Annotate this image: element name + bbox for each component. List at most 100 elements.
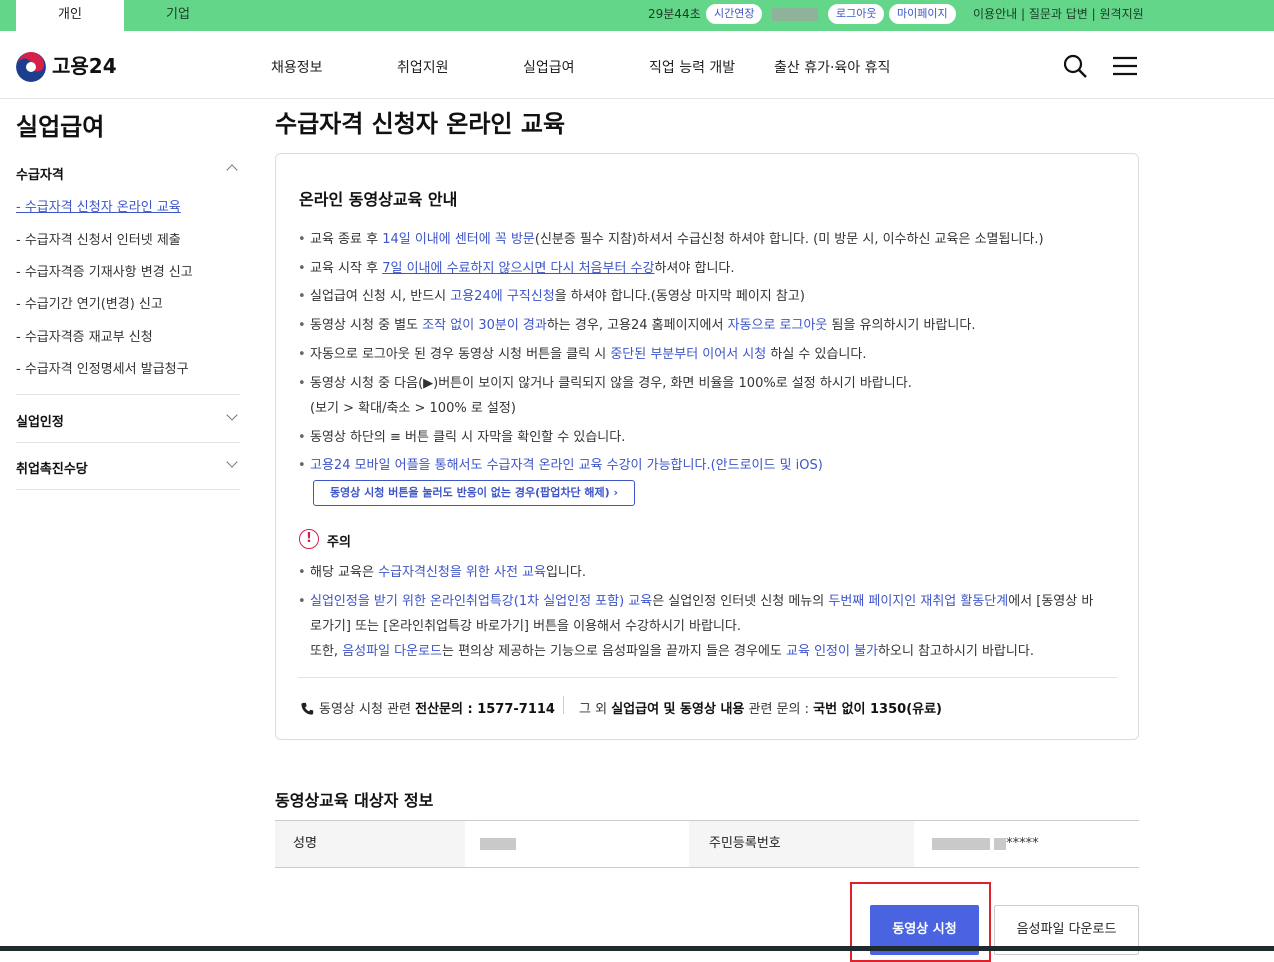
- text-segment: 하실 수 있습니다.: [766, 347, 867, 362]
- utility-links[interactable]: 이용안내 | 질문과 답변 | 원격지원: [973, 0, 1144, 31]
- session-timer: 29분44초: [648, 7, 701, 21]
- text-segment: 관련 문의 :: [744, 702, 814, 717]
- bullet: •: [298, 318, 306, 333]
- site-logo-text[interactable]: 고용24: [52, 52, 117, 80]
- notice-line: • 교육 시작 후 7일 이내에 수료하지 않으시면 다시 처음부터 수강하셔야 …: [298, 260, 735, 278]
- sidebar-section-promotion-allowance[interactable]: 취업촉진수당: [16, 456, 240, 477]
- taegeuk-logo-icon[interactable]: [16, 52, 46, 82]
- text-segment: 하셔야 합니다.: [654, 261, 735, 276]
- text-segment: 자동으로 로그아웃 된 경우 동영상 시청 버튼을 클릭 시: [310, 347, 611, 362]
- popup-block-help-button[interactable]: 동영상 시청 버튼을 눌러도 반응이 없는 경우(팝업차단 해제) ›: [313, 480, 635, 506]
- divider: [16, 394, 240, 395]
- text-segment: 동영상 시청 관련: [319, 702, 416, 717]
- text-segment: 그 외: [579, 702, 612, 717]
- caution-line: • 실업인정을 받기 위한 온라인취업특강(1차 실업인정 포함) 교육은 실업인…: [298, 593, 1093, 611]
- masked-name: [480, 837, 516, 850]
- text-segment: 고용24 모바일 어플을 통해서도 수급자격 온라인 교육 수강이 가능합니다.…: [310, 458, 823, 473]
- bullet: •: [298, 289, 306, 304]
- bullet: •: [298, 458, 306, 473]
- rrn-suffix: *****: [1006, 836, 1039, 851]
- caution-line: 로가기] 또는 [온라인취업특강 바로가기] 버튼을 이용해서 수강하시기 바랍…: [310, 618, 741, 636]
- phone-icon: [301, 702, 314, 715]
- nav-item-employment-support[interactable]: 취업지원: [397, 57, 449, 77]
- text-segment: 국번 없이 1350(유료): [813, 702, 943, 717]
- text-segment: 입니다.: [545, 565, 586, 580]
- site-header: 고용24 채용정보 취업지원 실업급여 직업 능력 개발 출산 휴가·육아 휴직: [0, 31, 1274, 99]
- text-segment: 실업급여 및 동영상 내용: [611, 702, 745, 717]
- chevron-down-icon: [226, 456, 238, 468]
- bullet: •: [298, 430, 306, 445]
- sidebar-item-reissue[interactable]: - 수급자격증 재교부 신청: [16, 326, 153, 345]
- notice-line: • 고용24 모바일 어플을 통해서도 수급자격 온라인 교육 수강이 가능합니다…: [298, 457, 823, 475]
- bullet: •: [298, 565, 306, 580]
- page-title: 수급자격 신청자 온라인 교육: [275, 110, 566, 138]
- notice-line: • 동영상 시청 중 별도 조작 없이 30분이 경과하는 경우, 고용24 홈페…: [298, 317, 975, 335]
- text-segment: 하오니 참고하시기 바랍니다.: [878, 644, 1034, 659]
- sidebar-section-qualification[interactable]: 수급자격: [16, 164, 240, 183]
- text-segment: 해당 교육은: [310, 565, 379, 580]
- sidebar-section-unemployment-recognition[interactable]: 실업인정: [16, 409, 240, 430]
- bottom-strip: [0, 946, 1274, 951]
- notice-line: • 실업급여 신청 시, 반드시 고용24에 구직신청을 하셔야 합니다.(동영상…: [298, 288, 805, 306]
- text-segment: 동영상 시청 중 다음(▶)버튼이 보이지 않거나 클릭되지 않을 경우, 화면…: [310, 376, 912, 391]
- search-icon[interactable]: [1062, 53, 1088, 79]
- rrn-label: 주민등록번호: [689, 821, 914, 867]
- logout-button[interactable]: 로그아웃: [828, 4, 885, 24]
- extend-session-button[interactable]: 시간연장: [706, 4, 763, 24]
- top-utility-bar: 개인 기업 29분44초 시간연장 로그아웃 마이페이지 이용안내 | 질문과 …: [0, 0, 1274, 31]
- user-name-masked: [772, 8, 818, 21]
- text-segment: 조작 없이 30분이 경과: [422, 318, 547, 333]
- text-segment: 을 하셔야 합니다.(동영상 마지막 페이지 참고): [554, 289, 805, 304]
- text-segment: 교육 인정이 불가: [786, 644, 879, 659]
- sidebar-item-internet-submission[interactable]: - 수급자격 신청서 인터넷 제출: [16, 229, 181, 248]
- target-info-table: 성명 주민등록번호 *****: [275, 820, 1139, 868]
- masked-rrn-front: [932, 837, 990, 850]
- chevron-down-icon: [226, 409, 238, 421]
- sidebar-section-label: 취업촉진수당: [16, 462, 88, 477]
- nav-item-unemployment-benefit[interactable]: 실업급여: [523, 57, 575, 77]
- text-segment: (신분증 필수 지참)하셔서 수급신청 하셔야 합니다. (미 방문 시, 이수…: [534, 232, 1044, 247]
- text-segment: 은 실업인정 인터넷 신청 메뉴의: [652, 594, 829, 609]
- name-value: [480, 821, 700, 867]
- tab-business[interactable]: 기업: [124, 0, 232, 31]
- nav-item-leave[interactable]: 출산 휴가·육아 휴직: [774, 57, 890, 77]
- text-segment: 또한,: [310, 644, 343, 659]
- caution-label: 주의: [327, 535, 351, 550]
- nav-item-jobs[interactable]: 채용정보: [271, 57, 323, 77]
- divider: [563, 696, 564, 714]
- target-info-title: 동영상교육 대상자 정보: [275, 791, 434, 810]
- bullet: •: [298, 261, 306, 276]
- text-segment: 14일 이내에 센터에 꼭 방문: [382, 232, 535, 247]
- rrn-value: *****: [932, 821, 1132, 867]
- nav-item-skills[interactable]: 직업 능력 개발: [649, 57, 735, 77]
- text-segment: 동영상 하단의 ≡ 버튼 클릭 시 자막을 확인할 수 있습니다.: [310, 430, 626, 445]
- text-segment: 에서 [동영상 바: [1008, 594, 1094, 609]
- notice-line: • 동영상 하단의 ≡ 버튼 클릭 시 자막을 확인할 수 있습니다.: [298, 429, 625, 447]
- text-segment: 두번째 페이지인 재취업 활동단계: [828, 594, 1009, 609]
- text-segment: 로가기] 또는 [온라인취업특강 바로가기] 버튼을 이용해서 수강하시기 바랍…: [310, 619, 741, 634]
- caution-line: 또한, 음성파일 다운로드는 편의상 제공하는 기능으로 음성파일을 끝까지 들…: [310, 643, 1034, 661]
- divider: [298, 677, 1117, 678]
- chevron-up-icon: [226, 164, 238, 176]
- text-segment: 하는 경우, 고용24 홈페이지에서: [546, 318, 728, 333]
- sidebar-item-certificate-request[interactable]: - 수급자격 인정명세서 발급청구: [16, 358, 189, 377]
- text-segment: 음성파일 다운로드: [342, 644, 442, 659]
- text-segment: 중단된 부분부터 이어서 시청: [610, 347, 767, 362]
- text-segment: 동영상 시청 중 별도: [310, 318, 423, 333]
- sidebar-item-online-education[interactable]: - 수급자격 신청자 온라인 교육: [16, 196, 181, 215]
- text-segment: 실업급여 신청 시, 반드시: [310, 289, 451, 304]
- text-segment: 전산문의 : 1577-7114: [415, 702, 555, 717]
- sidebar-item-period-extension[interactable]: - 수급기간 연기(변경) 신고: [16, 293, 163, 312]
- mypage-button[interactable]: 마이페이지: [889, 4, 956, 24]
- notice-line: (보기 > 확대/축소 > 100% 로 설정): [310, 400, 516, 418]
- name-label: 성명: [275, 821, 465, 867]
- tab-personal[interactable]: 개인: [16, 0, 124, 31]
- sidebar-section-label: 실업인정: [16, 415, 64, 430]
- bullet: •: [298, 347, 306, 362]
- bullet: •: [298, 376, 306, 391]
- sidebar-item-change-report[interactable]: - 수급자격증 기재사항 변경 신고: [16, 261, 193, 280]
- bullet: •: [298, 594, 306, 609]
- menu-icon[interactable]: [1112, 53, 1138, 79]
- text-segment: 됨을 유의하시기 바랍니다.: [827, 318, 976, 333]
- notice-line: • 자동으로 로그아웃 된 경우 동영상 시청 버튼을 클릭 시 중단된 부분부터…: [298, 346, 866, 364]
